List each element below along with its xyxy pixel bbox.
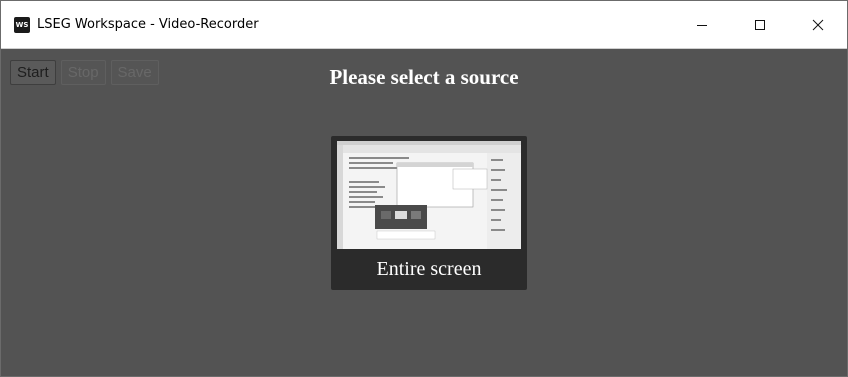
workspace-app-icon: WS [14, 16, 30, 33]
window-controls [673, 1, 847, 48]
screen-thumbnail-image [337, 141, 521, 249]
minimize-button[interactable] [673, 1, 731, 48]
source-label: Entire screen [376, 258, 482, 280]
window-title: LSEG Workspace - Video-Recorder [37, 17, 259, 32]
source-entire-screen[interactable]: Entire screen [331, 136, 527, 290]
close-button[interactable] [789, 1, 847, 48]
close-icon [812, 19, 824, 30]
app-window: WS LSEG Workspace - Video-Recorder Start… [0, 0, 848, 377]
page-title: Please select a source [329, 65, 519, 89]
title-bar[interactable]: WS LSEG Workspace - Video-Recorder [1, 1, 847, 49]
maximize-icon [755, 19, 765, 30]
screen-thumbnail [337, 141, 521, 249]
maximize-button[interactable] [731, 1, 789, 48]
minimize-icon [697, 24, 707, 26]
recorder-content: Start Stop Save Please select a source E… [1, 49, 847, 376]
